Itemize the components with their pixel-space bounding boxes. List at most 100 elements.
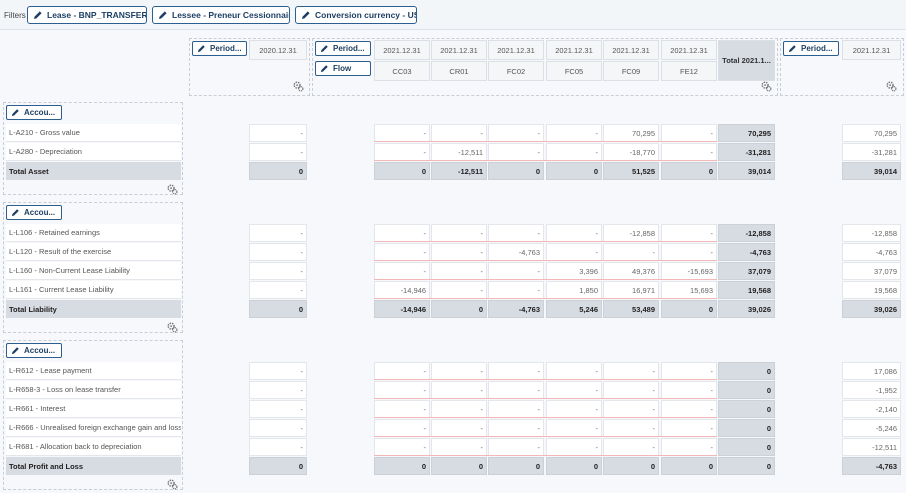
filter-lessee-button[interactable]: Lessee - Preneur Cessionnaire <box>152 6 290 24</box>
pencil-icon <box>320 45 328 53</box>
flow-value-cell: 0 <box>488 457 544 475</box>
flow-value-cell: - <box>661 419 717 437</box>
account-label: L-R666 - Unrealised foreign exchange gai… <box>6 419 181 437</box>
flow-value-cell: 51,525 <box>603 162 659 180</box>
right-period-button[interactable]: Period... <box>783 41 839 56</box>
flow-value-cell: - <box>661 381 717 399</box>
right-value-cell: 39,014 <box>842 162 901 180</box>
flow-value-cell: -18,770 <box>603 143 659 161</box>
accounts-button[interactable]: Accou... <box>6 343 62 358</box>
flow-value-cell: - <box>374 419 430 437</box>
flow-value-cell: - <box>603 400 659 418</box>
flow-value-cell: - <box>488 400 544 418</box>
account-label: L-R681 - Allocation back to depreciation <box>6 438 181 456</box>
total-value-cell: 37,079 <box>718 262 775 280</box>
gears-icon[interactable] <box>167 184 178 195</box>
flow-value-cell: 0 <box>661 300 717 318</box>
right-value-cell: 70,295 <box>842 124 901 142</box>
flow-value-cell: 16,971 <box>603 281 659 299</box>
gears-icon[interactable] <box>167 479 178 490</box>
row-separator <box>374 379 717 380</box>
flow-value-cell: 0 <box>431 457 487 475</box>
right-value-cell: 19,568 <box>842 281 901 299</box>
right-value-cell: 37,079 <box>842 262 901 280</box>
mid-period-button[interactable]: Period... <box>315 41 371 56</box>
flow-value-cell: - <box>431 224 487 242</box>
left-period-button[interactable]: Period... <box>192 41 247 56</box>
filter-lessee-label: Lessee - Preneur Cessionnaire <box>172 10 290 20</box>
period-header: 2021.12.31 <box>546 40 602 60</box>
flow-value-cell: - <box>546 419 602 437</box>
flow-value-cell: 0 <box>374 457 430 475</box>
pencil-icon <box>11 109 19 117</box>
flow-value-cell: 53,489 <box>603 300 659 318</box>
filters-label: Filters <box>4 11 26 20</box>
flow-value-cell: - <box>374 143 430 161</box>
accounts-button[interactable]: Accou... <box>6 105 62 120</box>
filter-currency-button[interactable]: Conversion currency - USD <box>295 6 417 24</box>
flow-value-cell: 0 <box>661 162 717 180</box>
flow-value-cell: 15,693 <box>661 281 717 299</box>
flow-value-cell: - <box>488 262 544 280</box>
flow-value-cell: - <box>546 124 602 142</box>
flow-value-cell: - <box>488 419 544 437</box>
flow-value-cell: - <box>546 362 602 380</box>
left-value-cell: - <box>249 400 307 418</box>
flow-value-cell: - <box>661 362 717 380</box>
accounts-button[interactable]: Accou... <box>6 205 62 220</box>
flow-value-cell: 0 <box>431 300 487 318</box>
left-value-cell: - <box>249 262 307 280</box>
filters-bar: Filters Lease - BNP_TRANSFERT Lessee - P… <box>0 0 906 30</box>
flow-header: FC09 <box>603 61 659 81</box>
pencil-icon <box>159 11 167 19</box>
pencil-icon <box>302 11 310 19</box>
flow-value-cell: - <box>661 224 717 242</box>
flow-value-cell: - <box>661 124 717 142</box>
row-separator <box>374 417 717 418</box>
section-total-label: Total Asset <box>6 162 181 180</box>
account-label: L-L161 - Current Lease Liability <box>6 281 181 299</box>
total-value-cell: 70,295 <box>718 124 775 142</box>
filter-lease-button[interactable]: Lease - BNP_TRANSFERT <box>27 6 147 24</box>
flow-value-cell: - <box>431 419 487 437</box>
flow-value-cell: 0 <box>488 162 544 180</box>
left-value-cell: 0 <box>249 162 307 180</box>
account-label: L-A280 - Depreciation <box>6 143 181 161</box>
flow-value-cell: 0 <box>546 162 602 180</box>
left-period-header: 2020.12.31 <box>249 40 307 60</box>
flow-value-cell: - <box>661 243 717 261</box>
flow-button[interactable]: Flow <box>315 61 371 76</box>
flow-value-cell: - <box>603 243 659 261</box>
row-separator <box>374 455 717 456</box>
flow-value-cell: - <box>488 438 544 456</box>
mid-period-button-label: Period... <box>333 44 365 53</box>
account-label: L-R661 - Interest <box>6 400 181 418</box>
flow-value-cell: - <box>431 362 487 380</box>
gears-icon[interactable] <box>293 81 304 92</box>
flow-value-cell: - <box>374 381 430 399</box>
gears-icon[interactable] <box>886 81 897 92</box>
period-header: 2021.12.31 <box>374 40 430 60</box>
gears-icon[interactable] <box>761 81 772 92</box>
period-header: 2021.12.31 <box>488 40 544 60</box>
flow-value-cell: - <box>374 438 430 456</box>
right-value-cell: -2,140 <box>842 400 901 418</box>
pencil-icon <box>11 209 19 217</box>
row-separator <box>374 160 717 161</box>
right-value-cell: -4,763 <box>842 243 901 261</box>
row-separator <box>374 398 717 399</box>
left-value-cell: - <box>249 224 307 242</box>
flow-value-cell: - <box>431 262 487 280</box>
flow-value-cell: 5,246 <box>546 300 602 318</box>
pencil-icon <box>11 347 19 355</box>
left-value-cell: - <box>249 362 307 380</box>
flow-header: FC02 <box>488 61 544 81</box>
row-separator <box>374 298 717 299</box>
gears-icon[interactable] <box>167 322 178 333</box>
flow-value-cell: - <box>374 224 430 242</box>
flow-value-cell: 0 <box>374 162 430 180</box>
flow-value-cell: - <box>488 381 544 399</box>
flow-value-cell: -12,858 <box>603 224 659 242</box>
left-value-cell: 0 <box>249 457 307 475</box>
left-value-cell: - <box>249 281 307 299</box>
